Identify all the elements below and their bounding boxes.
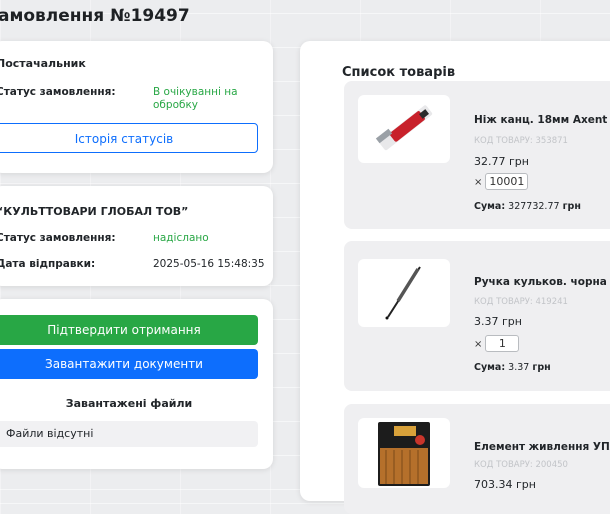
uploaded-files-heading: Завантажені файли <box>65 397 193 410</box>
product-code: КОД ТОВАРУ: 419241 <box>474 297 568 307</box>
shipping-date-value: 2025-05-16 15:48:35 <box>153 258 265 270</box>
product-sum: Сума: 327732.77 грн <box>474 201 581 212</box>
company-name: “КУЛЬТТОВАРИ ГЛОБАЛ ТОВ” <box>0 205 189 218</box>
confirm-receipt-button[interactable]: Підтвердити отримання <box>0 315 258 345</box>
battery-pack-product-image[interactable] <box>358 418 450 488</box>
product-list-title: Список товарів <box>342 65 456 80</box>
product-sum: Сума: 3.37 грн <box>474 362 551 373</box>
quantity-input[interactable]: 1 <box>485 335 520 352</box>
ballpoint-pen-product-image[interactable] <box>358 259 450 327</box>
product-code: КОД ТОВАРУ: 353871 <box>474 136 568 146</box>
quantity-field: × 1 <box>474 335 520 352</box>
product-name: Ніж канц. 18мм Axent 65 <box>474 114 610 126</box>
company-status-label: Статус замовлення: <box>0 232 116 244</box>
product-code: КОД ТОВАРУ: 200450 <box>474 460 568 470</box>
quantity-input[interactable]: 10001 <box>485 173 529 190</box>
order-status-value-line2: обробку <box>153 99 199 111</box>
list-item[interactable]: Елемент живлення УПА КОД ТОВАРУ: 200450 … <box>344 404 610 514</box>
list-item[interactable]: Ніж канц. 18мм Axent 65 КОД ТОВАРУ: 3538… <box>344 81 610 229</box>
list-item[interactable]: Ручка кульков. чорна 0, КОД ТОВАРУ: 4192… <box>344 241 610 391</box>
order-status-label: Статус замовлення: <box>0 86 116 98</box>
product-name: Ручка кульков. чорна 0, <box>474 276 610 288</box>
shipping-date-label: Дата відправки: <box>0 258 96 270</box>
product-price: 32.77 грн <box>474 155 529 168</box>
product-name: Елемент живлення УПА <box>474 441 610 453</box>
order-status-value: В очікуванні на <box>153 86 238 98</box>
supplier-heading: Постачальник <box>0 57 86 70</box>
page-title: амовлення №19497 <box>0 6 190 26</box>
product-price: 703.34 грн <box>474 478 536 491</box>
product-price: 3.37 грн <box>474 315 522 328</box>
utility-knife-product-image[interactable] <box>358 95 450 163</box>
quantity-field: × 10001 <box>474 173 529 190</box>
company-status-value: надіслано <box>153 232 209 244</box>
download-documents-button[interactable]: Завантажити документи <box>0 349 258 379</box>
status-history-button[interactable]: Історія статусів <box>0 123 258 153</box>
files-empty-message: Файли відсутні <box>0 421 258 447</box>
